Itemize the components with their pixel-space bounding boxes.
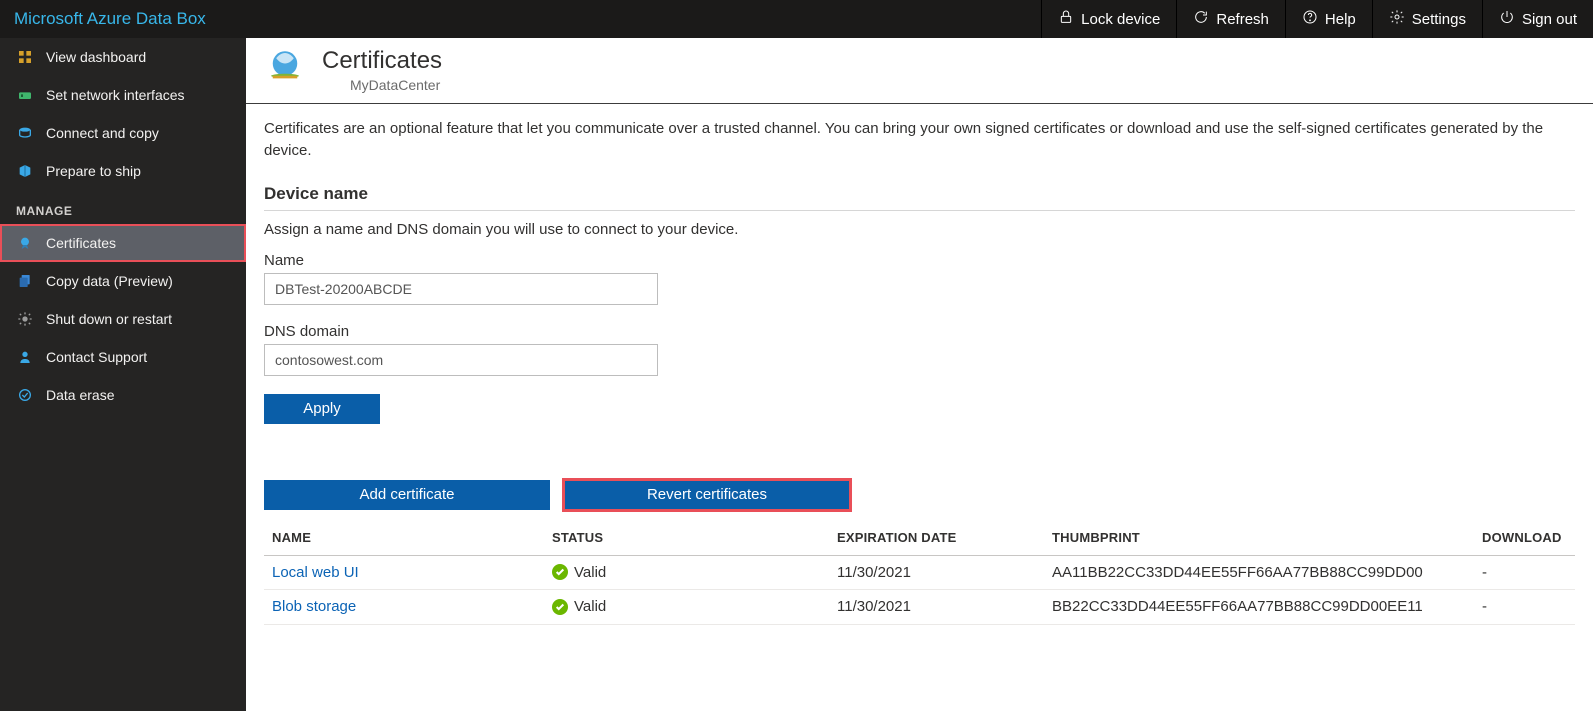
package-icon	[16, 162, 34, 180]
lock-device-label: Lock device	[1081, 11, 1160, 28]
support-icon	[16, 348, 34, 366]
check-icon	[552, 599, 568, 615]
grid-icon	[16, 48, 34, 66]
certificate-icon	[16, 234, 34, 252]
sidebar-item-support[interactable]: Contact Support	[0, 338, 246, 376]
lock-icon	[1058, 9, 1074, 29]
power-icon	[1499, 9, 1515, 29]
add-certificate-button[interactable]: Add certificate	[264, 480, 550, 510]
gear-icon	[16, 310, 34, 328]
help-label: Help	[1325, 11, 1356, 28]
signout-button[interactable]: Sign out	[1482, 0, 1593, 38]
sidebar-section-manage: MANAGE	[0, 190, 246, 224]
sidebar-item-label: Certificates	[46, 235, 116, 251]
page-subtitle: MyDataCenter	[350, 77, 442, 93]
sidebar-item-label: Copy data (Preview)	[46, 273, 173, 289]
cert-download: -	[1474, 555, 1575, 590]
refresh-label: Refresh	[1216, 11, 1269, 28]
sidebar-item-label: Shut down or restart	[46, 311, 172, 327]
table-row: Local web UI Valid 11/30/2021AA11BB22CC33D…	[264, 555, 1575, 590]
sidebar-item-shutdown[interactable]: Shut down or restart	[0, 300, 246, 338]
device-name-subtext: Assign a name and DNS domain you will us…	[264, 210, 1575, 238]
refresh-button[interactable]: Refresh	[1176, 0, 1285, 38]
help-button[interactable]: Help	[1285, 0, 1372, 38]
sidebar-item-copy-data[interactable]: Copy data (Preview)	[0, 262, 246, 300]
col-download[interactable]: DOWNLOAD	[1474, 520, 1575, 556]
col-status[interactable]: STATUS	[544, 520, 829, 556]
revert-certificates-button[interactable]: Revert certificates	[564, 480, 850, 510]
network-icon	[16, 86, 34, 104]
page-title: Certificates	[322, 47, 442, 75]
settings-button[interactable]: Settings	[1372, 0, 1482, 38]
help-icon	[1302, 9, 1318, 29]
page-description: Certificates are an optional feature tha…	[264, 118, 1575, 162]
cert-thumbprint: AA11BB22CC33DD44EE55FF66AA77BB88CC99DD00	[1044, 555, 1474, 590]
gear-icon	[1389, 9, 1405, 29]
erase-icon	[16, 386, 34, 404]
page-icon	[264, 46, 306, 93]
refresh-icon	[1193, 9, 1209, 29]
cert-name-link[interactable]: Blob storage	[272, 598, 356, 615]
brand-title[interactable]: Microsoft Azure Data Box	[0, 0, 220, 38]
col-thumbprint[interactable]: THUMBPRINT	[1044, 520, 1474, 556]
status-badge: Valid	[552, 598, 606, 615]
sidebar: View dashboard Set network interfaces Co…	[0, 38, 246, 711]
sidebar-item-connect-copy[interactable]: Connect and copy	[0, 114, 246, 152]
cert-name-link[interactable]: Local web UI	[272, 564, 359, 581]
disk-icon	[16, 124, 34, 142]
apply-button[interactable]: Apply	[264, 394, 380, 424]
sidebar-item-dashboard[interactable]: View dashboard	[0, 38, 246, 76]
name-input[interactable]	[264, 273, 658, 305]
col-expiration[interactable]: EXPIRATION DATE	[829, 520, 1044, 556]
sidebar-item-certificates[interactable]: Certificates	[0, 224, 246, 262]
cert-download: -	[1474, 590, 1575, 625]
certificates-table: NAME STATUS EXPIRATION DATE THUMBPRINT D…	[264, 520, 1575, 625]
lock-device-button[interactable]: Lock device	[1041, 0, 1176, 38]
table-row: Blob storage Valid 11/30/2021BB22CC33DD44E…	[264, 590, 1575, 625]
sidebar-item-label: Contact Support	[46, 349, 147, 365]
dns-domain-label: DNS domain	[264, 323, 1575, 340]
sidebar-item-data-erase[interactable]: Data erase	[0, 376, 246, 414]
device-name-heading: Device name	[264, 184, 1575, 204]
signout-label: Sign out	[1522, 11, 1577, 28]
col-name[interactable]: NAME	[264, 520, 544, 556]
settings-label: Settings	[1412, 11, 1466, 28]
cert-expiration: 11/30/2021	[829, 555, 1044, 590]
dns-domain-input[interactable]	[264, 344, 658, 376]
sidebar-item-prepare-ship[interactable]: Prepare to ship	[0, 152, 246, 190]
copy-icon	[16, 272, 34, 290]
check-icon	[552, 564, 568, 580]
sidebar-item-label: Prepare to ship	[46, 163, 141, 179]
cert-thumbprint: BB22CC33DD44EE55FF66AA77BB88CC99DD00EE11	[1044, 590, 1474, 625]
sidebar-item-network[interactable]: Set network interfaces	[0, 76, 246, 114]
sidebar-item-label: Set network interfaces	[46, 87, 185, 103]
sidebar-item-label: View dashboard	[46, 49, 146, 65]
cert-expiration: 11/30/2021	[829, 590, 1044, 625]
name-label: Name	[264, 252, 1575, 269]
sidebar-item-label: Connect and copy	[46, 125, 159, 141]
sidebar-item-label: Data erase	[46, 387, 114, 403]
status-badge: Valid	[552, 564, 606, 581]
